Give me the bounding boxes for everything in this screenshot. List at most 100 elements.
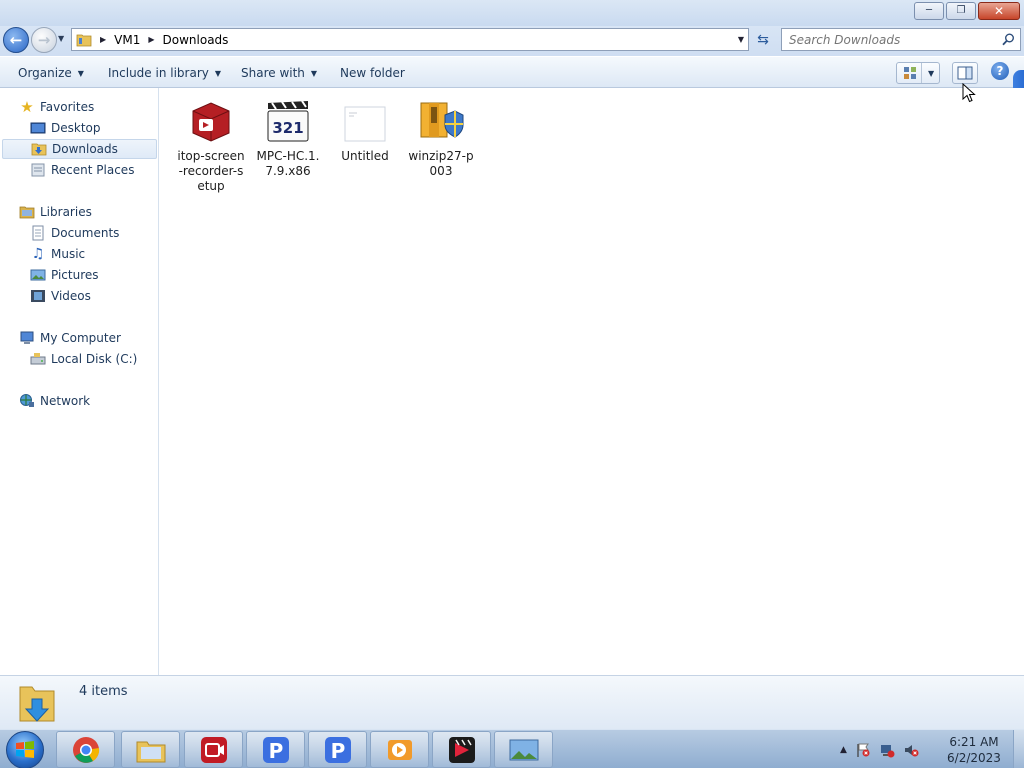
nav-pictures[interactable]: Pictures [30,265,157,285]
star-icon: ★ [20,98,34,116]
nav-desktop-label: Desktop [51,121,101,135]
downloads-folder-icon [31,143,47,156]
libraries-icon [19,206,35,219]
chevron-down-icon: ▼ [310,68,318,78]
svg-text:P: P [330,739,345,763]
nav-pictures-label: Pictures [51,268,99,282]
nav-desktop[interactable]: Desktop [30,118,157,138]
nav-local-disk[interactable]: Local Disk (C:) [30,349,157,369]
file-item[interactable]: itop-screen-recorder-setup [173,97,249,194]
caption-buttons: ─ ❐ ✕ [914,2,1020,20]
breadcrumb-vm1[interactable]: VM1 [114,33,140,47]
address-dropdown-icon[interactable]: ▼ [738,35,744,44]
minimize-button[interactable]: ─ [914,2,944,20]
nav-libraries-label: Libraries [40,205,92,219]
help-icon: ? [996,64,1004,78]
music-icon: ♫ [31,246,45,262]
breadcrumb-separator-icon[interactable]: ▶ [100,35,106,44]
p-app-icon: P [324,736,351,763]
action-center-flag-icon[interactable] [855,742,871,758]
chevron-down-icon[interactable]: ▼ [928,69,934,78]
chevron-down-icon: ▼ [214,68,222,78]
command-bar: Organize ▼ Include in library ▼ Share wi… [0,56,1024,88]
nav-my-computer[interactable]: My Computer [19,328,176,348]
forward-button[interactable]: → [31,27,57,53]
file-item[interactable]: winzip27-p003 [403,97,479,179]
system-tray: ▲ [840,730,919,768]
nav-libraries[interactable]: Libraries [19,202,176,222]
taskbar-file-explorer[interactable] [121,731,180,768]
taskbar-photo-viewer[interactable] [494,731,553,768]
media-player-clapper-icon: 321 [267,100,309,142]
address-bar[interactable]: ▶ VM1 ▶ Downloads ▼ [71,28,749,51]
show-hidden-icons-button[interactable]: ▲ [840,745,847,755]
nav-network-label: Network [40,394,91,408]
taskbar-p-app-1[interactable]: P [246,731,305,768]
nav-downloads[interactable]: Downloads [2,139,157,159]
nav-favorites[interactable]: ★ Favorites [19,97,176,117]
preview-pane-button[interactable] [952,62,978,84]
start-button[interactable] [6,731,44,768]
nav-videos[interactable]: Videos [30,286,157,306]
downloads-folder-icon [19,686,55,722]
refresh-button[interactable]: ⇆ [752,29,774,50]
volume-muted-icon[interactable] [903,742,919,758]
network-status-icon[interactable] [879,742,895,758]
svg-text:P: P [268,739,283,763]
mouse-cursor-icon [962,83,976,103]
video-editor-icon [448,736,475,763]
taskbar-video-editor[interactable] [432,731,491,768]
file-item[interactable]: 321 MPC-HC.1.7.9.x86 [250,97,326,179]
nav-network[interactable]: Network [19,391,176,411]
back-button[interactable]: ← [3,27,29,53]
nav-videos-label: Videos [51,289,91,303]
recent-places-icon [31,163,45,177]
windows-logo-icon [16,741,34,758]
file-name: Untitled [341,149,389,163]
navigation-pane: ★ Favorites Desktop Downloads Recent Pla… [0,88,159,675]
nav-downloads-label: Downloads [52,142,118,156]
search-box[interactable] [781,28,1021,51]
p-app-icon: P [262,736,289,763]
breadcrumb-downloads[interactable]: Downloads [163,33,229,47]
arrow-right-icon: → [37,31,51,49]
share-with-button[interactable]: Share with ▼ [241,66,317,80]
new-folder-button[interactable]: New folder [340,66,405,80]
address-row: ← → ▼ ▶ VM1 ▶ Downloads ▼ ⇆ [0,26,1024,56]
nav-recent-places[interactable]: Recent Places [30,160,157,180]
include-in-library-label: Include in library [108,66,209,80]
close-button[interactable]: ✕ [978,2,1020,20]
organize-button[interactable]: Organize ▼ [18,66,84,80]
restore-button[interactable]: ❐ [946,2,976,20]
file-item[interactable]: Untitled [327,97,403,164]
share-with-label: Share with [241,66,305,80]
file-list-area[interactable]: itop-screen-recorder-setup 321 MPC-HC.1.… [160,88,1024,675]
clock-date: 6/2/2023 [947,751,1001,765]
taskbar-chrome[interactable] [56,731,115,768]
help-button[interactable]: ? [991,62,1009,80]
nav-music[interactable]: ♫ Music [30,244,157,264]
organize-label: Organize [18,66,72,80]
desktop-icon [30,122,46,134]
change-view-button[interactable]: ▼ [896,62,940,84]
nav-documents-label: Documents [51,226,120,240]
recent-pages-dropdown[interactable]: ▼ [58,34,64,43]
details-pane: 4 items [0,675,1024,729]
taskbar-p-app-2[interactable]: P [308,731,367,768]
close-icon: ✕ [993,4,1005,18]
refresh-icon: ⇆ [757,31,769,48]
breadcrumb-separator-icon[interactable]: ▶ [148,35,154,44]
nav-favorites-label: Favorites [40,100,95,114]
nav-recent-places-label: Recent Places [51,163,135,177]
taskbar-screen-recorder[interactable] [184,731,243,768]
show-desktop-button[interactable] [1013,730,1024,768]
include-in-library-button[interactable]: Include in library ▼ [108,66,221,80]
restore-icon: ❐ [956,5,966,16]
search-input[interactable] [789,32,989,47]
photo-viewer-icon [509,739,538,760]
nav-documents[interactable]: Documents [30,223,157,243]
system-clock[interactable]: 6:21 AM 6/2/2023 [944,734,1004,766]
taskbar-video-player[interactable] [370,731,429,768]
winzip-installer-icon [420,102,464,138]
video-player-icon [387,739,412,760]
